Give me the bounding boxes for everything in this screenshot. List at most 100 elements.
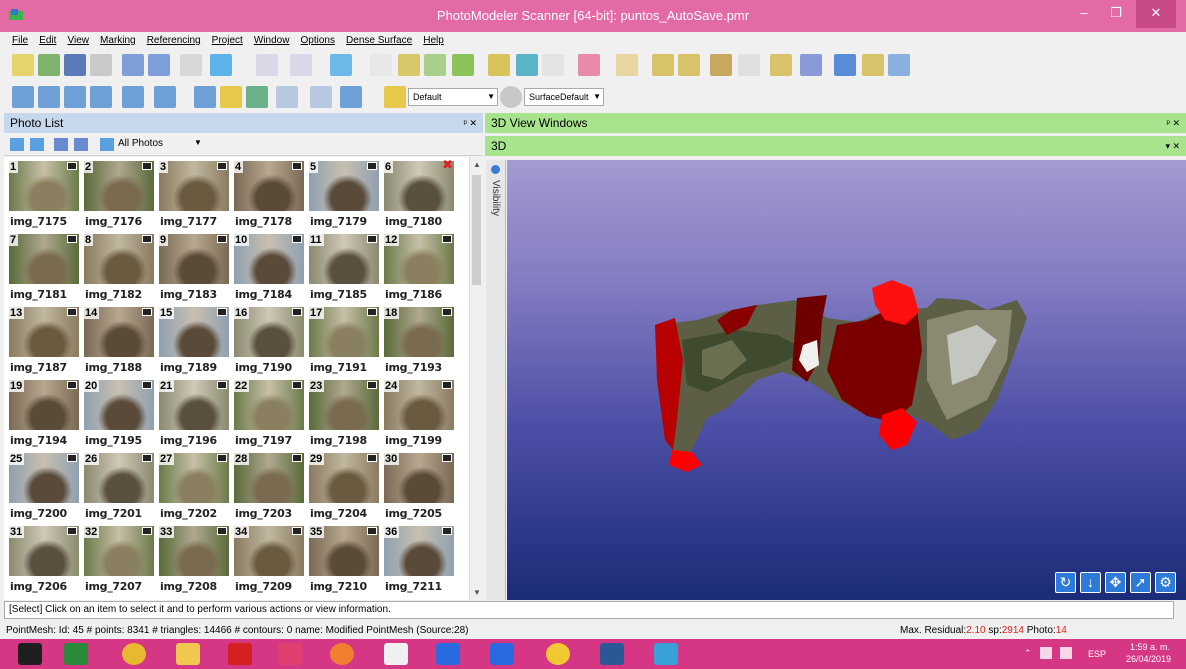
- word-icon[interactable]: [600, 643, 624, 665]
- photo-view-2-icon[interactable]: [38, 86, 60, 108]
- photo-thumbnail[interactable]: 30 img_7205: [381, 451, 456, 523]
- idealize-icon[interactable]: [578, 54, 600, 76]
- mark-surface-icon[interactable]: [330, 54, 352, 76]
- app-blue-2-icon[interactable]: [490, 643, 514, 665]
- photo-thumbnail[interactable]: 27 img_7202: [156, 451, 231, 523]
- dense-table-icon[interactable]: [770, 54, 792, 76]
- pencil-icon[interactable]: [370, 54, 392, 76]
- firefox-icon[interactable]: [330, 643, 354, 665]
- grid-icon[interactable]: [340, 86, 362, 108]
- photo-thumbnail[interactable]: 21 img_7196: [156, 378, 231, 450]
- window-tile-icon[interactable]: [194, 86, 216, 108]
- surface-combo[interactable]: SurfaceDefault ▼: [524, 88, 604, 106]
- ruler-icon[interactable]: [220, 86, 242, 108]
- photo-table-icon[interactable]: [652, 54, 674, 76]
- mark-point-icon[interactable]: [210, 54, 232, 76]
- chevron-down-icon[interactable]: ▼: [194, 138, 202, 147]
- view-3d-icon[interactable]: [246, 86, 268, 108]
- clock-date[interactable]: 26/04/2019: [1126, 654, 1171, 664]
- photo-thumbnail[interactable]: 3 img_7177: [156, 159, 231, 231]
- app-blue-icon[interactable]: [436, 643, 460, 665]
- photo-thumbnail[interactable]: 36 img_7211: [381, 524, 456, 596]
- language-indicator[interactable]: ESP: [1088, 649, 1106, 659]
- filter-icon[interactable]: [100, 138, 114, 151]
- list-view-icon[interactable]: [54, 138, 68, 151]
- scale-icon[interactable]: [516, 54, 538, 76]
- point-audit-icon[interactable]: [542, 54, 564, 76]
- measure-icon[interactable]: [710, 54, 732, 76]
- photomodeler-taskbar-icon[interactable]: [654, 643, 678, 665]
- scroll-down-icon[interactable]: ▼: [473, 588, 481, 597]
- surface-style-icon[interactable]: [500, 86, 522, 108]
- photo-view-icon[interactable]: [12, 86, 34, 108]
- save-icon[interactable]: [64, 54, 86, 76]
- photo-thumbnail[interactable]: 34 img_7209: [231, 524, 306, 596]
- photo-thumbnail[interactable]: 20 img_7195: [81, 378, 156, 450]
- photo-thumbnail[interactable]: 12 img_7186: [381, 232, 456, 304]
- open-project-icon[interactable]: [38, 54, 60, 76]
- menu-window[interactable]: Window: [254, 32, 290, 49]
- mark-curve-icon[interactable]: [290, 54, 312, 76]
- mark-line-icon[interactable]: [256, 54, 278, 76]
- browser-icon[interactable]: [546, 643, 570, 665]
- photo-thumbnail[interactable]: 1 img_7175: [6, 159, 81, 231]
- object-table-icon[interactable]: [678, 54, 700, 76]
- photo-thumbnail[interactable]: 24 img_7199: [381, 378, 456, 450]
- move-down-icon[interactable]: ↓: [1080, 572, 1101, 593]
- photo-thumbnail[interactable]: 15 img_7189: [156, 305, 231, 377]
- reference-icon[interactable]: [398, 54, 420, 76]
- 3d-view-windows-controls[interactable]: ᵖ ✕: [1167, 113, 1180, 133]
- auto-reference-icon[interactable]: [452, 54, 474, 76]
- table-icon[interactable]: [616, 54, 638, 76]
- thumbnail-view-icon[interactable]: [74, 138, 88, 151]
- photo-thumbnail[interactable]: 17 img_7191: [306, 305, 381, 377]
- scroll-up-icon[interactable]: ▲: [473, 160, 481, 169]
- undo-icon[interactable]: [90, 54, 112, 76]
- photo-view-3-icon[interactable]: [64, 86, 86, 108]
- photo-thumbnail[interactable]: 14 img_7188: [81, 305, 156, 377]
- photo-thumbnail[interactable]: 23 img_7198: [306, 378, 381, 450]
- 3d-viewport[interactable]: [507, 160, 1186, 600]
- menu-marking[interactable]: Marking: [100, 32, 136, 49]
- photo-thumbnail[interactable]: 2 img_7176: [81, 159, 156, 231]
- photo-thumbnail[interactable]: 29 img_7204: [306, 451, 381, 523]
- menu-project[interactable]: Project: [212, 32, 243, 49]
- menu-view[interactable]: View: [67, 32, 89, 49]
- menu-referencing[interactable]: Referencing: [147, 32, 201, 49]
- window-split-icon[interactable]: [154, 86, 176, 108]
- layers-icon[interactable]: [834, 54, 856, 76]
- photo-thumbnail[interactable]: 25 img_7200: [6, 451, 81, 523]
- file-explorer-icon[interactable]: [176, 643, 200, 665]
- photo-thumbnail[interactable]: 13 img_7187: [6, 305, 81, 377]
- acrobat-icon[interactable]: [228, 643, 252, 665]
- style-combo[interactable]: Default ▼: [408, 88, 498, 106]
- zoom-icon[interactable]: [276, 86, 298, 108]
- tray-chevron-icon[interactable]: ⌃: [1024, 648, 1032, 659]
- photo-thumbnail[interactable]: 10 img_7184: [231, 232, 306, 304]
- maximize-button[interactable]: ❐: [1100, 0, 1132, 28]
- chrome-icon[interactable]: [122, 643, 146, 665]
- photo-thumbnail[interactable]: 33 img_7208: [156, 524, 231, 596]
- photo-thumbnail[interactable]: 11 img_7185: [306, 232, 381, 304]
- zoom-fit-icon[interactable]: [310, 86, 332, 108]
- photo-thumbnail[interactable]: 8 img_7182: [81, 232, 156, 304]
- photo-thumbnail[interactable]: 18 img_7193: [381, 305, 456, 377]
- options-icon[interactable]: [888, 54, 910, 76]
- app-icon[interactable]: [278, 643, 302, 665]
- menu-options[interactable]: Options: [301, 32, 335, 49]
- menu-edit[interactable]: Edit: [39, 32, 56, 49]
- select-region-icon[interactable]: [148, 54, 170, 76]
- photo-thumbnail[interactable]: 22 img_7197: [231, 378, 306, 450]
- mesh-icon[interactable]: [800, 54, 822, 76]
- delete-icon[interactable]: [180, 54, 202, 76]
- add-photo-icon[interactable]: [10, 138, 24, 151]
- clock-time[interactable]: 1:59 a. m.: [1130, 642, 1170, 652]
- style-icon[interactable]: [384, 86, 406, 108]
- photo-thumbnail[interactable]: 16 img_7190: [231, 305, 306, 377]
- visibility-tab[interactable]: Visibility: [486, 160, 506, 600]
- reference-mode-icon[interactable]: [424, 54, 446, 76]
- volume-icon[interactable]: [1060, 647, 1072, 659]
- window-layout-icon[interactable]: [122, 86, 144, 108]
- photo-thumbnail[interactable]: 31 img_7206: [6, 524, 81, 596]
- 3d-view-tab-controls[interactable]: ▾ ✕: [1165, 136, 1180, 156]
